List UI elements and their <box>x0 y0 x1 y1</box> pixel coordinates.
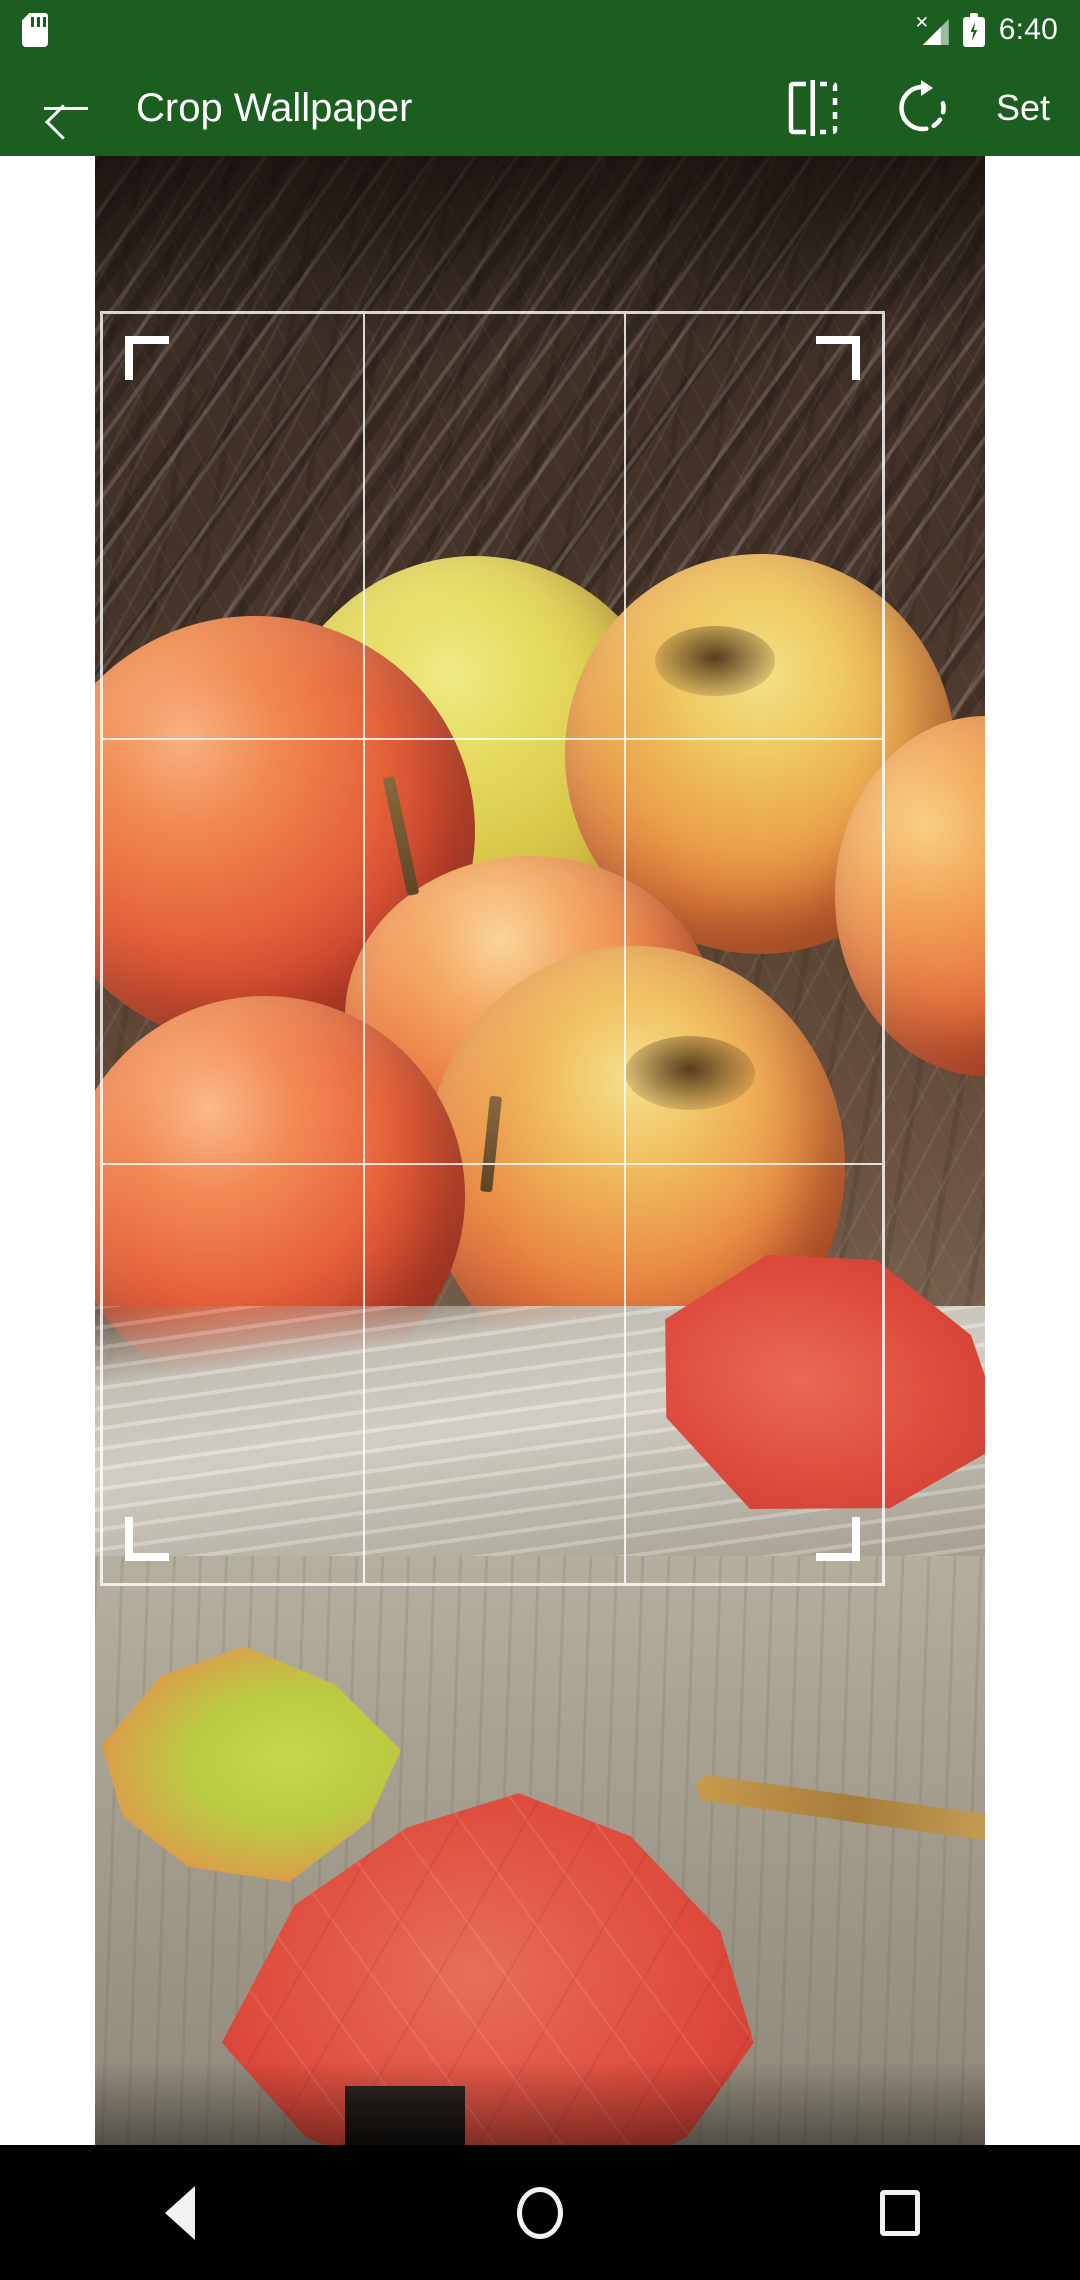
status-bar-left <box>22 13 48 47</box>
rotate-right-icon <box>899 80 946 132</box>
crop-stage[interactable] <box>0 156 1080 2145</box>
nav-home-button[interactable] <box>450 2145 630 2280</box>
phone-screen: ✕ 6:40 Crop Wallpaper Set <box>0 0 1080 2280</box>
navigation-bar <box>0 2145 1080 2280</box>
app-bar-actions: Set <box>758 60 1080 156</box>
nav-recents-square-icon <box>880 2189 920 2236</box>
nav-back-button[interactable] <box>90 2145 270 2280</box>
nav-home-circle-icon <box>517 2186 563 2239</box>
app-bar: Crop Wallpaper Set <box>0 60 1080 156</box>
set-wallpaper-button[interactable]: Set <box>978 60 1080 156</box>
signal-no-sim-icon: ✕ <box>915 14 949 45</box>
status-bar-clock: 6:40 <box>998 13 1058 46</box>
back-arrow-icon <box>44 91 88 125</box>
flip-horizontal-icon <box>788 80 838 136</box>
flip-button[interactable] <box>758 60 868 156</box>
set-button-label: Set <box>995 87 1050 128</box>
nav-recents-button[interactable] <box>810 2145 990 2280</box>
sd-card-icon <box>22 13 48 47</box>
rotate-button[interactable] <box>868 60 978 156</box>
back-button[interactable] <box>18 60 114 156</box>
status-bar-right: ✕ 6:40 <box>915 13 1058 47</box>
status-bar: ✕ 6:40 <box>0 0 1080 60</box>
page-title: Crop Wallpaper <box>136 85 413 130</box>
crop-region[interactable] <box>100 311 885 1586</box>
nav-back-triangle-icon <box>165 2185 195 2240</box>
battery-charging-icon <box>962 13 985 47</box>
